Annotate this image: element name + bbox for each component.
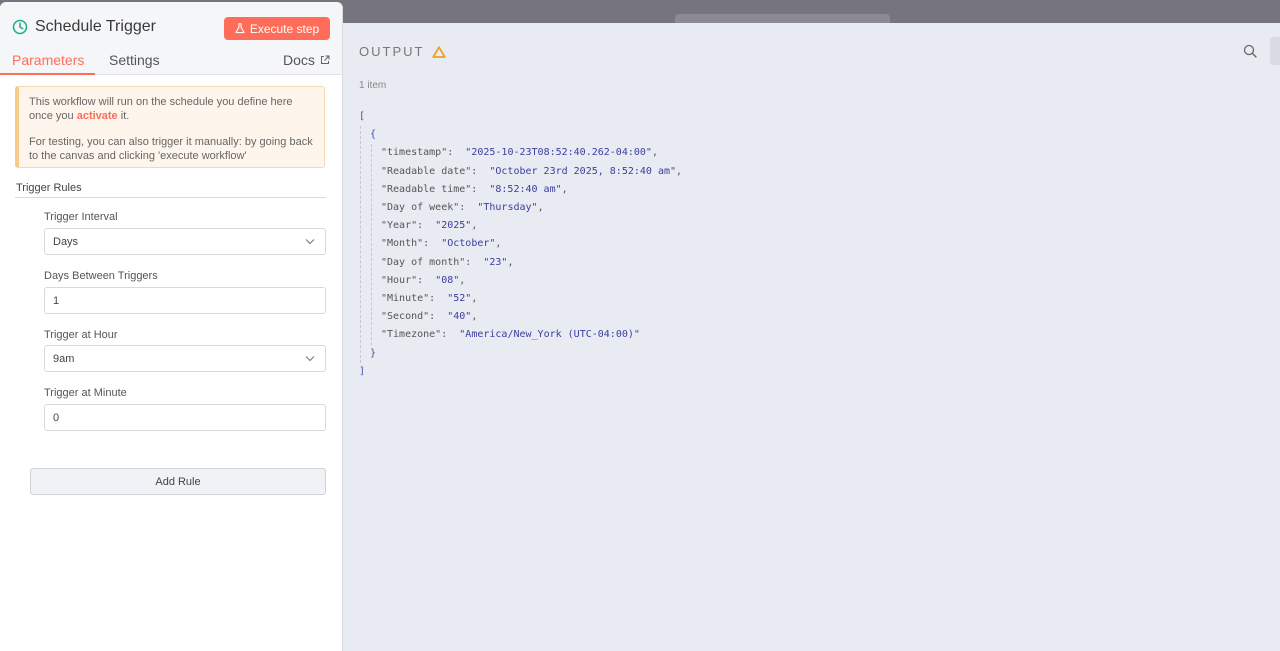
node-parameters-panel: Schedule Trigger Execute step Parameters… (0, 2, 343, 651)
json-value[interactable]: "2025" (435, 220, 471, 231)
json-property-row: "timestamp": "2025-10-23T08:52:40.262-04… (381, 144, 682, 162)
trigger-interval-select[interactable]: Days (44, 228, 326, 255)
json-value[interactable]: "08" (435, 275, 459, 286)
json-property-row: "Minute": "52", (381, 290, 682, 308)
json-value[interactable]: "52" (447, 293, 471, 304)
output-title: OUTPUT (359, 44, 425, 59)
warning-icon (432, 45, 447, 58)
trigger-minute-label: Trigger at Minute (44, 387, 127, 399)
tab-settings[interactable]: Settings (109, 52, 160, 68)
json-array-open: [ (359, 111, 366, 122)
activate-link[interactable]: activate (77, 110, 118, 122)
output-heading: OUTPUT (359, 44, 447, 59)
json-key: "Month": (381, 238, 430, 250)
json-comma: , (507, 256, 514, 268)
days-between-value: 1 (53, 294, 60, 307)
json-key: "Hour": (381, 274, 424, 286)
search-icon[interactable] (1243, 44, 1257, 58)
days-between-input[interactable]: 1 (44, 287, 326, 314)
trigger-interval-value: Days (53, 235, 79, 248)
json-value[interactable]: "23" (483, 257, 507, 268)
json-value[interactable]: "October 23rd 2025, 8:52:40 am" (489, 166, 676, 177)
execute-step-label: Execute step (249, 21, 320, 36)
item-count: 1 item (359, 80, 387, 91)
json-property-row: "Month": "October", (381, 235, 682, 253)
json-comma: , (471, 311, 478, 323)
clock-icon (12, 19, 28, 35)
json-key: "Year": (381, 220, 424, 232)
docs-label: Docs (283, 52, 315, 68)
json-value[interactable]: "8:52:40 am" (489, 184, 561, 195)
json-comma: , (561, 183, 568, 195)
trigger-minute-input[interactable]: 0 (44, 404, 326, 431)
notice-line-1: This workflow will run on the schedule y… (29, 95, 314, 123)
json-comma: , (676, 165, 683, 177)
trigger-interval-label: Trigger Interval (44, 211, 118, 223)
json-key: "timestamp": (381, 147, 454, 159)
json-property-row: "Second": "40", (381, 308, 682, 326)
trigger-hour-value: 9am (53, 352, 75, 365)
json-property-row: "Readable time": "8:52:40 am", (381, 181, 682, 199)
json-output-view: [ { "timestamp": "2025-10-23T08:52:40.26… (359, 108, 682, 381)
section-divider (15, 197, 326, 198)
trigger-hour-select[interactable]: 9am (44, 345, 326, 372)
days-between-label: Days Between Triggers (44, 270, 158, 282)
json-array-close: ] (359, 365, 366, 377)
json-object: { "timestamp": "2025-10-23T08:52:40.262-… (360, 126, 682, 363)
json-properties: "timestamp": "2025-10-23T08:52:40.262-04… (371, 144, 682, 345)
json-property-row: "Year": "2025", (381, 217, 682, 235)
json-object-open: { (370, 129, 377, 141)
active-tab-underline (0, 73, 95, 75)
chevron-down-icon (305, 239, 315, 245)
collapsed-side-tab[interactable] (1270, 37, 1280, 65)
json-key: "Timezone": (381, 329, 448, 341)
json-property-row: "Day of month": "23", (381, 254, 682, 272)
json-key: "Day of week": (381, 202, 466, 214)
json-property-row: "Hour": "08", (381, 272, 682, 290)
json-value[interactable]: "October" (441, 238, 495, 249)
json-key: "Minute": (381, 293, 436, 305)
json-key: "Readable date": (381, 165, 478, 177)
panel-header: Schedule Trigger Execute step Parameters… (0, 2, 342, 75)
activation-notice: This workflow will run on the schedule y… (15, 86, 325, 168)
chevron-down-icon (305, 356, 315, 362)
notice-text: This workflow will run on the schedule y… (29, 96, 293, 122)
json-value[interactable]: "Thursday" (477, 202, 537, 213)
trigger-rules-heading: Trigger Rules (16, 182, 82, 194)
json-value[interactable]: "40" (447, 311, 471, 322)
json-value[interactable]: "America/New_York (UTC-04:00)" (459, 329, 640, 340)
node-title: Schedule Trigger (35, 18, 156, 35)
json-key: "Readable time": (381, 183, 478, 195)
trigger-minute-value: 0 (53, 411, 60, 424)
external-link-icon (320, 55, 330, 64)
json-comma: , (471, 293, 478, 305)
json-property-row: "Day of week": "Thursday", (381, 199, 682, 217)
json-object-close: } (370, 347, 377, 359)
json-key: "Day of month": (381, 256, 472, 268)
json-property-row: "Readable date": "October 23rd 2025, 8:5… (381, 163, 682, 181)
execute-step-button[interactable]: Execute step (224, 17, 330, 40)
tab-parameters[interactable]: Parameters (12, 52, 84, 68)
notice-text-end: it. (117, 110, 130, 122)
json-comma: , (495, 238, 502, 250)
canvas-tab-hint (675, 14, 890, 23)
json-property-row: "Timezone": "America/New_York (UTC-04:00… (381, 326, 682, 344)
docs-link[interactable]: Docs (283, 52, 330, 68)
notice-line-2: For testing, you can also trigger it man… (29, 136, 313, 162)
json-comma: , (471, 220, 478, 232)
json-key: "Second": (381, 311, 436, 323)
trigger-hour-label: Trigger at Hour (44, 329, 118, 341)
json-comma: , (537, 202, 544, 214)
flask-icon (235, 23, 245, 34)
add-rule-button[interactable]: Add Rule (30, 468, 326, 495)
json-comma: , (651, 147, 658, 159)
json-comma: , (459, 274, 466, 286)
json-value[interactable]: "2025-10-23T08:52:40.262-04:00" (465, 147, 652, 158)
